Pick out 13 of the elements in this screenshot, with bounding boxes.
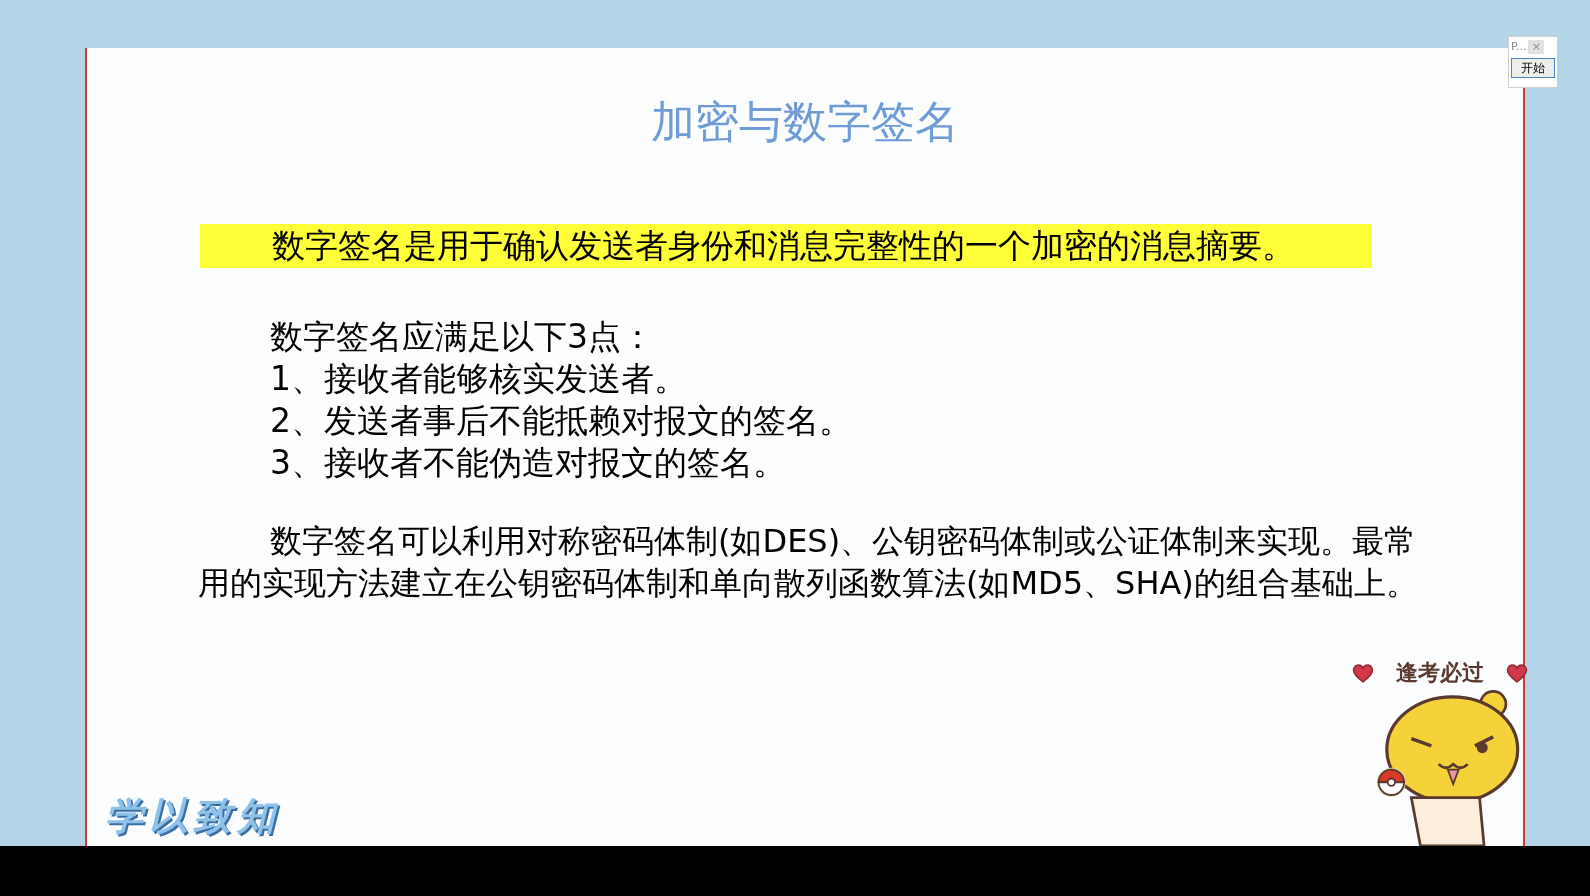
requirement-item: 2、发送者事后不能抵赖对报文的签名。 [270, 400, 853, 442]
start-button[interactable]: 开始 [1511, 58, 1555, 78]
sticker-caption: 逢考必过 [1396, 659, 1484, 687]
requirement-item: 1、接收者能够核实发送者。 [270, 358, 688, 400]
heart-icon [1506, 662, 1528, 683]
heart-icon [1352, 662, 1374, 683]
definition-highlight: 数字签名是用于确认发送者身份和消息完整性的一个加密的消息摘要。 [200, 224, 1372, 268]
logo-text: 学以致知 [105, 793, 281, 840]
requirement-item: 3、接收者不能伪造对报文的签名。 [270, 442, 787, 484]
slide-title: 加密与数字签名 [651, 100, 959, 144]
implementation-paragraph: 数字签名可以利用对称密码体制(如DES)、公钥密码体制或公证体制来实现。最常用的实现方法建立在公钥密码体制和单向散列函数算法(如MD5、SHA)的组合基础上。 [198, 521, 1419, 604]
requirements-heading: 数字签名应满足以下3点： [270, 316, 655, 358]
panel-title: P... [1511, 40, 1527, 54]
